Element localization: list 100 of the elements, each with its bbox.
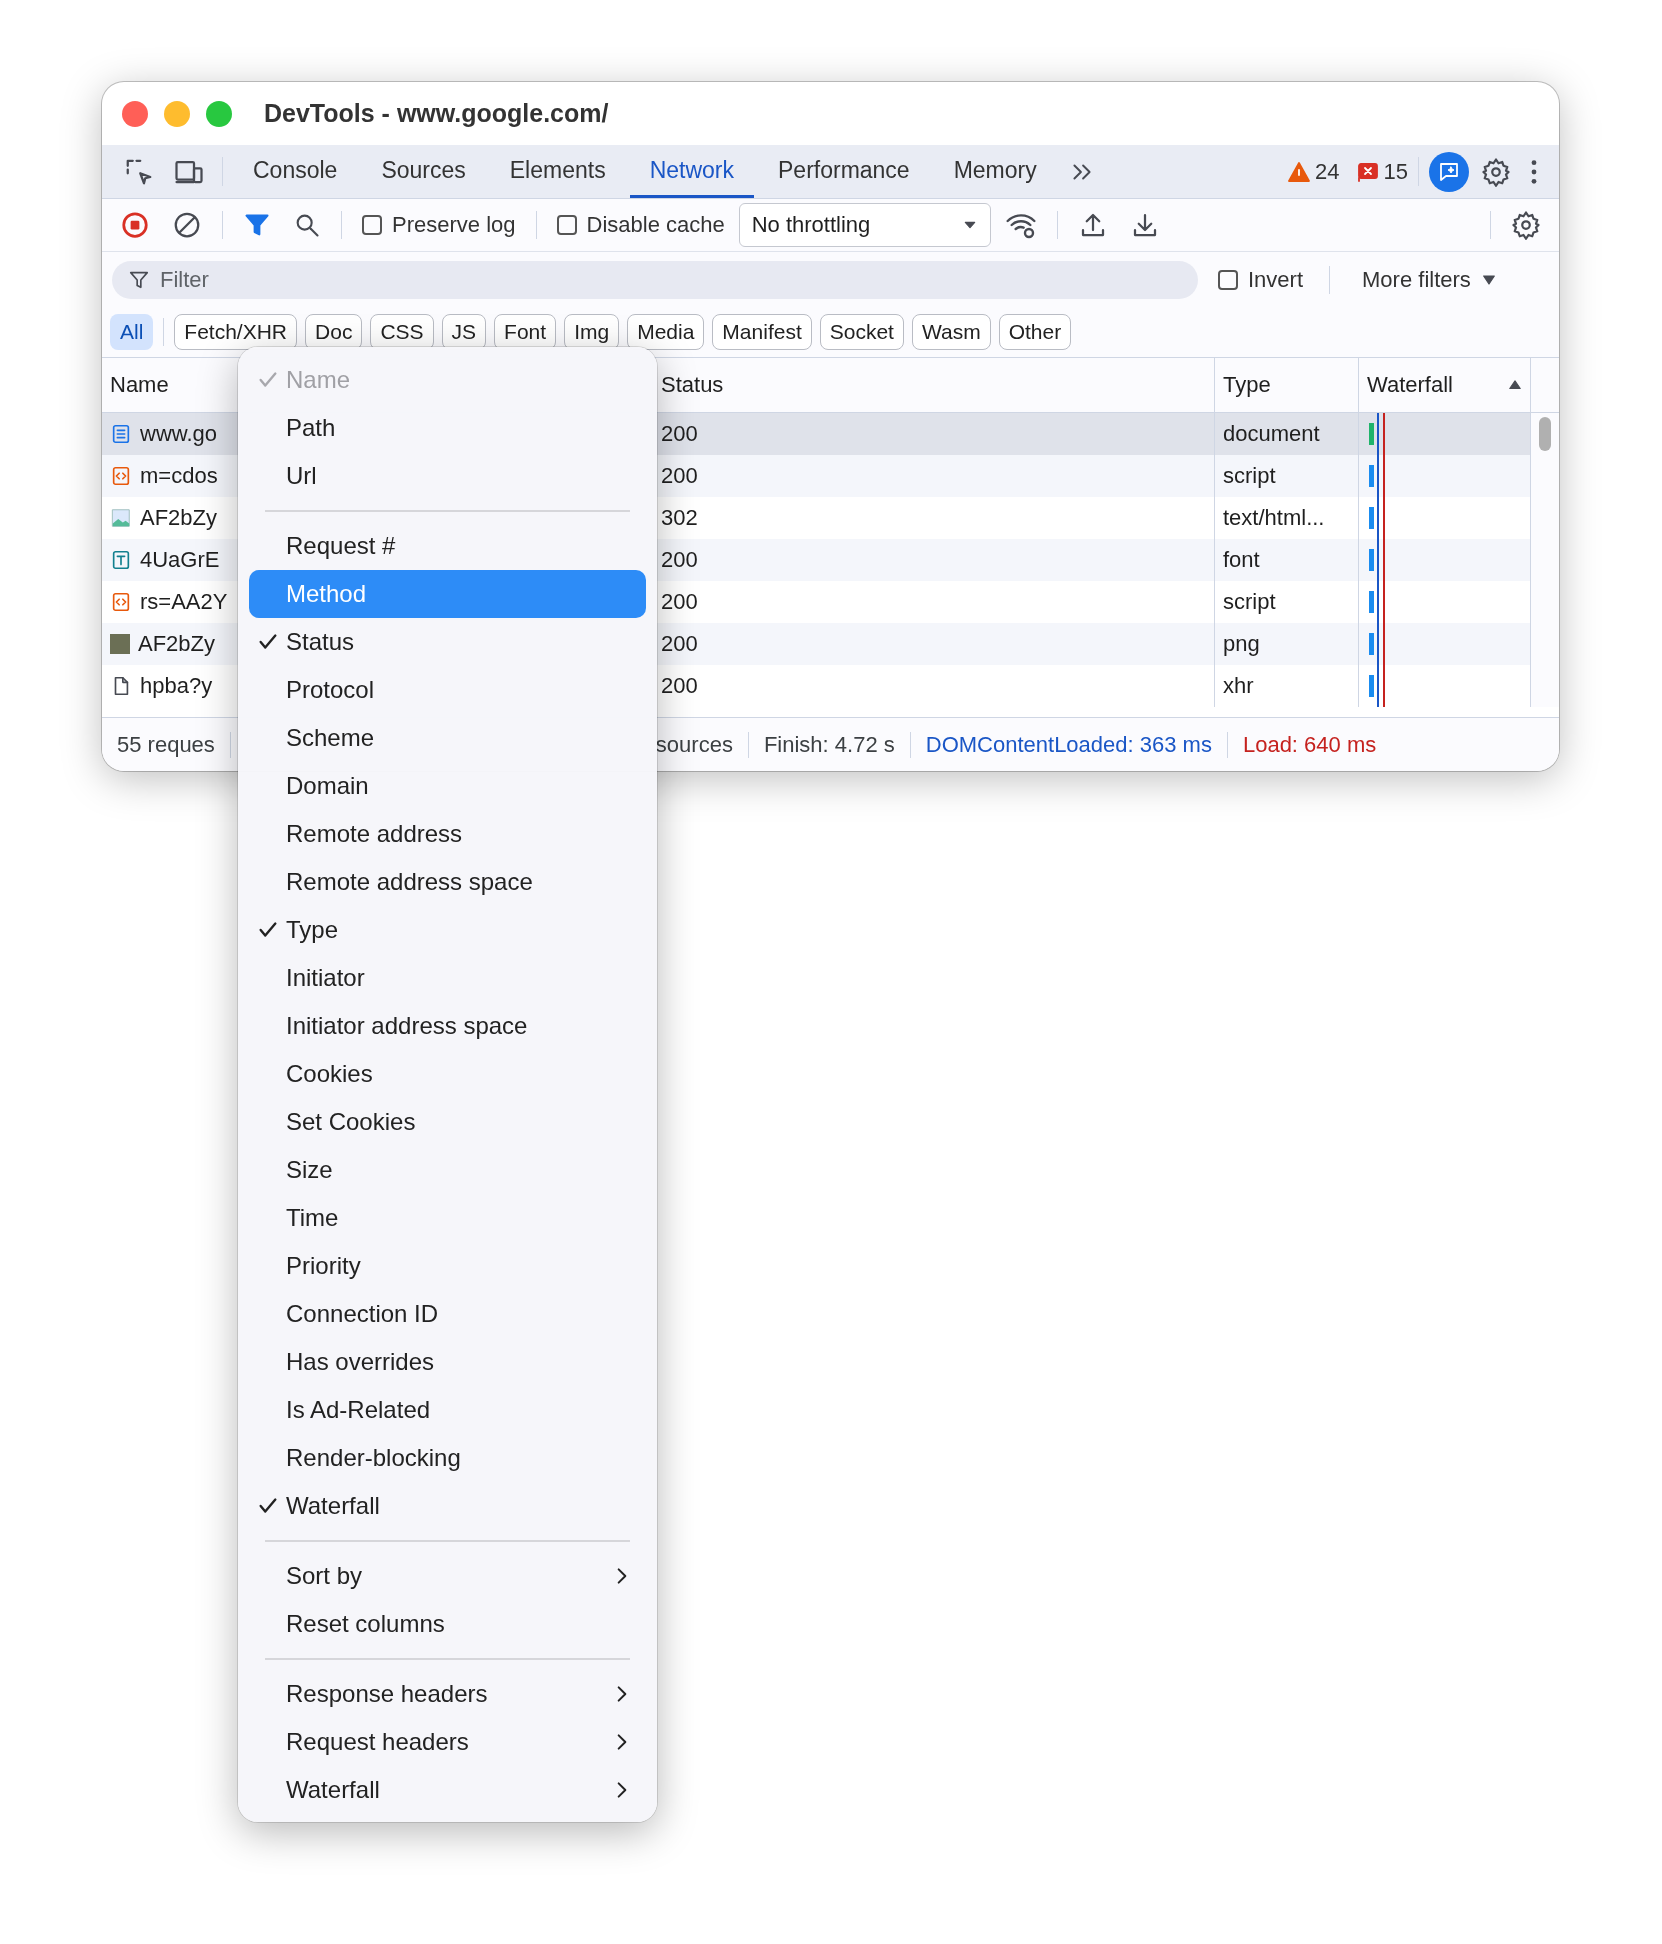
waterfall-drawing bbox=[1369, 497, 1385, 539]
request-name: m=cdos bbox=[140, 463, 218, 489]
type-cell: png bbox=[1223, 631, 1260, 657]
menu-item[interactable]: Connection ID bbox=[249, 1290, 646, 1338]
type-cell: script bbox=[1223, 463, 1276, 489]
submenu-item[interactable]: Sort by bbox=[249, 1552, 646, 1600]
throttling-dropdown[interactable]: No throttling bbox=[738, 203, 991, 247]
type-filter-chip[interactable]: Fetch/XHR bbox=[174, 314, 298, 350]
panel-tab[interactable]: Console bbox=[233, 145, 358, 198]
status-text: Load: 640 ms bbox=[1241, 731, 1378, 758]
type-filter-chip[interactable]: Wasm bbox=[911, 314, 991, 350]
request-name: rs=AA2Y bbox=[140, 589, 228, 615]
waterfall-drawing bbox=[1369, 539, 1385, 581]
status-text: 55 reques bbox=[102, 731, 231, 758]
sort-triangle-icon bbox=[1508, 378, 1522, 392]
type-cell: text/html... bbox=[1223, 505, 1325, 531]
menu-item[interactable]: Waterfall bbox=[249, 1482, 646, 1530]
status-cell: 200 bbox=[661, 547, 698, 573]
gear-icon bbox=[1481, 156, 1511, 187]
status-cell: 200 bbox=[661, 589, 698, 615]
filter-field[interactable]: Filter bbox=[112, 260, 1198, 299]
menu-item[interactable]: Domain bbox=[249, 762, 646, 810]
waterfall-drawing bbox=[1369, 665, 1385, 707]
panel-tab[interactable]: Elements bbox=[489, 145, 626, 198]
type-filter-chip[interactable]: JS bbox=[441, 314, 487, 350]
checkbox[interactable] bbox=[1218, 269, 1238, 290]
request-name: www.go bbox=[140, 421, 218, 447]
no-entry-icon bbox=[172, 210, 202, 240]
waterfall-drawing bbox=[1369, 455, 1385, 497]
menu-item[interactable]: Initiator bbox=[249, 954, 646, 1002]
photo-placeholder bbox=[110, 634, 130, 654]
font-icon bbox=[110, 549, 132, 571]
waterfall-drawing bbox=[1369, 623, 1385, 665]
menu-item[interactable]: Cookies bbox=[249, 1050, 646, 1098]
warning-icon bbox=[1287, 159, 1312, 184]
submenu-item[interactable]: Response headers bbox=[249, 1670, 646, 1718]
column-header[interactable]: Waterfall bbox=[1359, 358, 1531, 412]
checkbox[interactable] bbox=[556, 215, 577, 235]
request-name: 4UaGrE bbox=[140, 547, 220, 573]
menu-item[interactable]: Url bbox=[249, 452, 646, 500]
type-filter-chip[interactable]: Doc bbox=[305, 314, 363, 350]
checkbox[interactable] bbox=[362, 215, 382, 235]
ai-assistant-button[interactable] bbox=[1429, 151, 1469, 192]
menu-item[interactable]: Render-blocking bbox=[249, 1434, 646, 1482]
filter-placeholder: Filter bbox=[160, 266, 209, 293]
type-filter-chip[interactable]: Media bbox=[627, 314, 705, 350]
scrollbar-thumb[interactable] bbox=[1539, 417, 1551, 451]
menu-item[interactable]: Set Cookies bbox=[249, 1098, 646, 1146]
window-title: DevTools - www.google.com/ bbox=[264, 99, 609, 128]
menu-item[interactable]: Size bbox=[249, 1146, 646, 1194]
type-filter-chip[interactable]: All bbox=[110, 314, 154, 350]
menu-item[interactable]: Priority bbox=[249, 1242, 646, 1290]
type-cell: font bbox=[1223, 547, 1260, 573]
menu-item[interactable]: Initiator address space bbox=[249, 1002, 646, 1050]
close-button[interactable] bbox=[122, 100, 148, 127]
column-header[interactable]: Type bbox=[1215, 358, 1359, 412]
menu-item[interactable]: Time bbox=[249, 1194, 646, 1242]
error-count: 15 bbox=[1383, 158, 1408, 185]
request-name: hpba?y bbox=[140, 673, 213, 699]
kebab-icon bbox=[1531, 159, 1537, 184]
checkbox-label: Disable cache bbox=[586, 212, 725, 238]
checkbox-label: Invert bbox=[1248, 266, 1304, 293]
panel-tab[interactable]: Sources bbox=[361, 145, 486, 198]
status-cell: 302 bbox=[661, 505, 698, 531]
type-filter-chip[interactable]: CSS bbox=[370, 314, 434, 350]
menu-item[interactable]: Is Ad-Related bbox=[249, 1386, 646, 1434]
menu-item[interactable]: Reset columns bbox=[249, 1600, 646, 1648]
type-cell: xhr bbox=[1223, 673, 1254, 699]
status-cell: 200 bbox=[661, 631, 698, 657]
image-icon bbox=[110, 507, 132, 529]
stop-recording-icon bbox=[120, 210, 150, 240]
panel-tab[interactable]: Memory bbox=[933, 145, 1057, 198]
type-filter-chip[interactable]: Img bbox=[564, 314, 620, 350]
status-cell: 200 bbox=[661, 421, 698, 447]
menu-item[interactable]: Has overrides bbox=[249, 1338, 646, 1386]
menu-item[interactable]: Remote address bbox=[249, 810, 646, 858]
document-icon bbox=[110, 423, 132, 445]
menu-item[interactable]: Type bbox=[249, 906, 646, 954]
code-file-icon bbox=[110, 465, 132, 487]
type-filter-chip[interactable]: Socket bbox=[819, 314, 904, 350]
checkbox-label: Preserve log bbox=[392, 212, 516, 238]
type-cell: script bbox=[1223, 589, 1276, 615]
waterfall-drawing bbox=[1369, 413, 1385, 455]
more-filters-button[interactable]: More filters bbox=[1348, 266, 1511, 293]
menu-item[interactable]: Remote address space bbox=[249, 858, 646, 906]
waterfall-drawing bbox=[1369, 581, 1385, 623]
status-cell: 200 bbox=[661, 463, 698, 489]
status-text: Finish: 4.72 s bbox=[748, 731, 911, 758]
warning-count: 24 bbox=[1315, 158, 1340, 185]
code-file-icon bbox=[110, 591, 132, 613]
submenu-item[interactable]: Waterfall bbox=[249, 1766, 646, 1814]
status-cell: 200 bbox=[661, 673, 698, 699]
request-name: AF2bZy bbox=[138, 631, 216, 657]
type-cell: document bbox=[1223, 421, 1320, 447]
gear-icon bbox=[1511, 210, 1541, 240]
type-filter-chip[interactable]: Other bbox=[998, 314, 1072, 350]
type-filter-chip[interactable]: Manifest bbox=[712, 314, 812, 350]
submenu-item[interactable]: Request headers bbox=[249, 1718, 646, 1766]
type-filter-chip[interactable]: Font bbox=[494, 314, 557, 350]
panel-tab[interactable]: Performance bbox=[758, 145, 930, 198]
